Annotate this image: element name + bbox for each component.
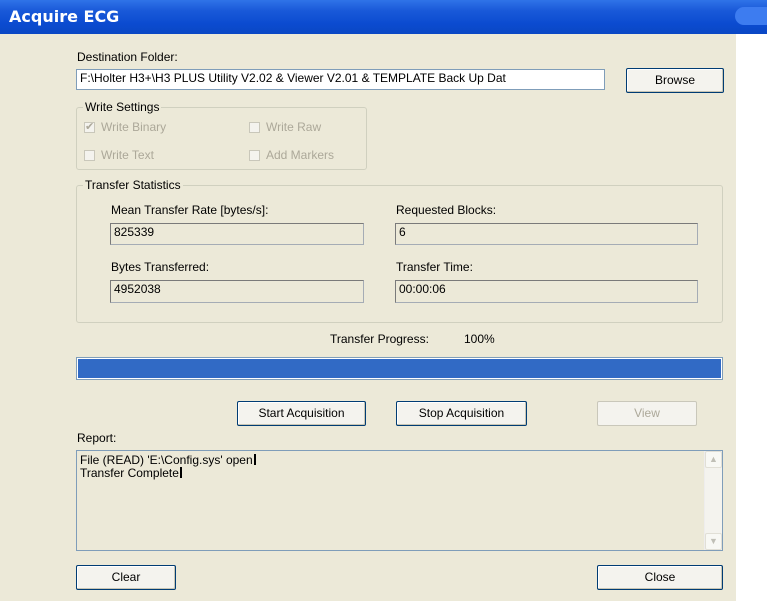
- write-text-checkbox[interactable]: Write Text: [84, 148, 154, 162]
- progress-fill: [78, 359, 721, 378]
- write-binary-label: Write Binary: [101, 120, 167, 134]
- write-raw-checkbox[interactable]: Write Raw: [249, 120, 321, 134]
- transfer-progress-label: Transfer Progress:: [330, 332, 429, 346]
- checkbox-icon: [84, 149, 95, 161]
- write-text-label: Write Text: [101, 148, 154, 162]
- checkbox-icon: [249, 121, 260, 133]
- scroll-down-icon[interactable]: ▼: [705, 533, 722, 550]
- acquire-ecg-dialog: Acquire ECG Destination Folder: F:\Holte…: [0, 0, 767, 601]
- write-binary-checkbox[interactable]: ✔ Write Binary: [84, 120, 166, 134]
- add-markers-checkbox[interactable]: Add Markers: [249, 148, 334, 162]
- mean-transfer-rate-field: 825339: [110, 223, 364, 245]
- report-textarea[interactable]: File (READ) 'E:\Config.sys' open Transfe…: [76, 450, 723, 551]
- browse-button[interactable]: Browse: [626, 68, 724, 93]
- checkbox-checked-icon: ✔: [84, 120, 95, 133]
- requested-blocks-field: 6: [395, 223, 698, 245]
- transfer-progress-percent: 100%: [464, 332, 495, 346]
- title-bar-button-icon[interactable]: [735, 7, 767, 25]
- write-raw-label: Write Raw: [266, 120, 322, 134]
- mean-transfer-rate-label: Mean Transfer Rate [bytes/s]:: [111, 203, 269, 217]
- report-lines: File (READ) 'E:\Config.sys' open Transfe…: [80, 454, 256, 480]
- checkbox-icon: [249, 149, 260, 161]
- window-right-edge: [736, 34, 767, 601]
- write-settings-group: Write Settings ✔ Write Binary Write Raw …: [76, 100, 367, 170]
- close-button[interactable]: Close: [597, 565, 723, 590]
- report-line: Transfer Complete: [80, 467, 256, 480]
- clear-button[interactable]: Clear: [76, 565, 176, 590]
- add-markers-label: Add Markers: [266, 148, 335, 162]
- bytes-transferred-field: 4952038: [110, 280, 364, 303]
- start-acquisition-button[interactable]: Start Acquisition: [237, 401, 366, 426]
- transfer-time-label: Transfer Time:: [396, 260, 473, 274]
- destination-folder-label: Destination Folder:: [77, 50, 178, 64]
- title-bar[interactable]: Acquire ECG: [0, 0, 767, 34]
- transfer-statistics-title: Transfer Statistics: [83, 178, 183, 192]
- transfer-statistics-group: Transfer Statistics Mean Transfer Rate […: [76, 178, 723, 323]
- transfer-progress-bar: [76, 357, 723, 380]
- scroll-up-icon[interactable]: ▲: [705, 451, 722, 468]
- requested-blocks-label: Requested Blocks:: [396, 203, 497, 217]
- bytes-transferred-label: Bytes Transferred:: [111, 260, 210, 274]
- view-button[interactable]: View: [597, 401, 697, 426]
- stop-acquisition-button[interactable]: Stop Acquisition: [396, 401, 527, 426]
- transfer-time-field: 00:00:06: [395, 280, 698, 303]
- report-scrollbar[interactable]: ▲ ▼: [704, 451, 722, 550]
- write-settings-title: Write Settings: [83, 100, 162, 114]
- destination-folder-input[interactable]: F:\Holter H3+\H3 PLUS Utility V2.02 & Vi…: [76, 69, 605, 90]
- window-title: Acquire ECG: [9, 7, 120, 26]
- report-label: Report:: [77, 431, 117, 445]
